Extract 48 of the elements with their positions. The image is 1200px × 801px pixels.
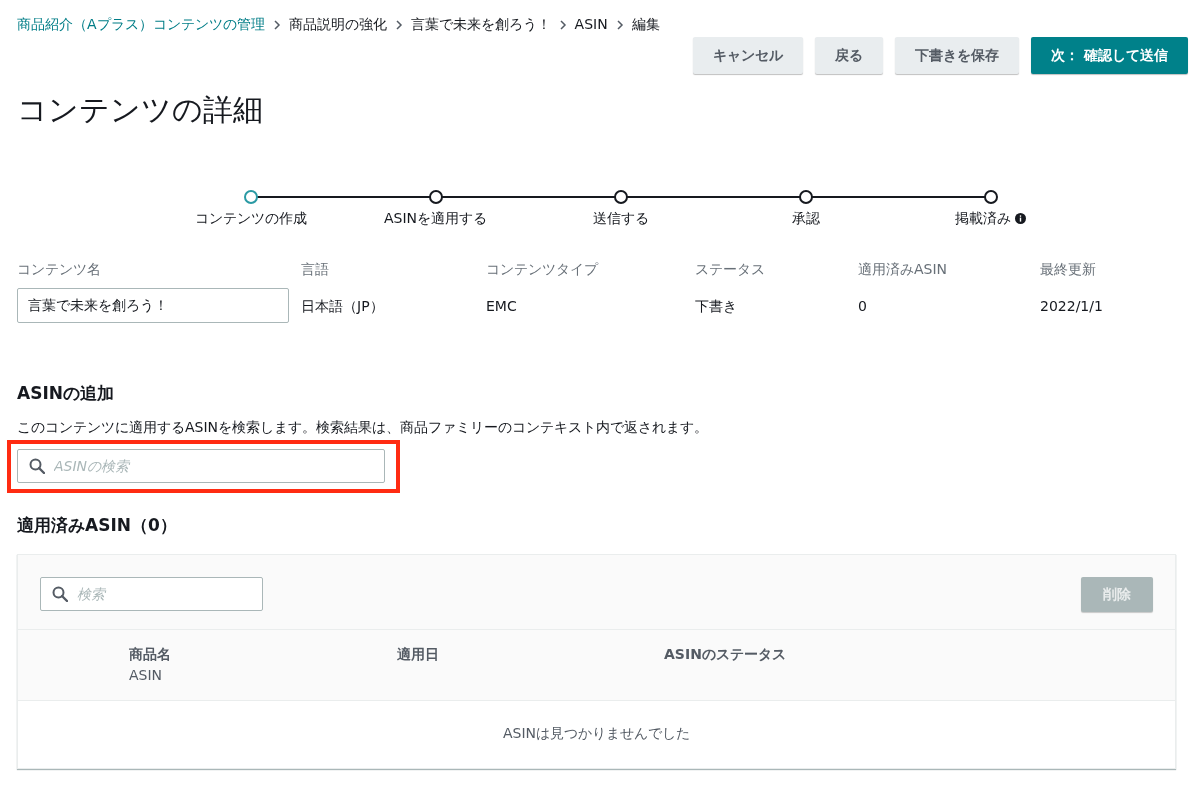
search-field[interactable]: ASINの検索 [17,449,385,484]
field-label: コンテンツタイプ [486,260,600,279]
step-marker[interactable] [243,190,258,204]
column-header: ASINのステータス [664,644,787,664]
field-label: 最終更新 [1040,260,1097,279]
field-value: 下書き [695,297,738,316]
search-field[interactable]: 検索 [40,577,263,612]
chevron-icon [615,19,624,30]
step-label: 掲載済み [955,209,1011,228]
column-header: 適用日 [397,644,440,664]
action-button[interactable]: 戻る [815,37,884,74]
field-value: EMC [486,297,518,316]
field-value: 日本語（JP） [301,297,385,316]
breadcrumb-item: 言葉で未来を創ろう！ [410,15,551,34]
text-field[interactable]: 言葉で未来を創ろう！ [17,288,289,323]
step-marker[interactable] [983,190,998,204]
column-header: 商品名 [129,644,172,664]
field-label: 適用済みASIN [858,260,949,279]
breadcrumb-item: ASIN [574,15,608,34]
search-icon [29,458,45,475]
action-button[interactable]: 下書きを保存 [895,37,1020,74]
step-label: 送信する [592,209,649,228]
section-heading: ASINの追加 [17,383,115,404]
breadcrumb-item: 編集 [631,15,660,34]
submit-button[interactable]: 次： 確認して送信 [1031,37,1188,74]
field-label: コンテンツ名 [17,260,102,279]
empty-message: ASINは見つかりませんでした [501,723,692,743]
column-subheader: ASIN [129,665,164,685]
step-label: ASINを適用する [383,209,488,228]
field-label: 言語 [301,260,330,279]
action-button[interactable]: キャンセル [693,37,804,74]
step-label: 承認 [791,209,820,228]
field-label: ステータス [695,260,766,279]
step-marker[interactable] [428,190,443,204]
chevron-icon [394,19,403,30]
search-icon [52,586,68,603]
field-value: 0 [858,297,868,316]
section-heading: 適用済みASIN（0） [17,515,178,536]
breadcrumb-link[interactable]: 商品紹介（Aプラス）コンテンツの管理 [17,14,265,35]
breadcrumb-item: 商品説明の強化 [288,15,387,34]
page-title: コンテンツの詳細 [17,92,264,128]
chevron-icon [558,19,567,30]
step-marker[interactable] [798,190,813,204]
step-marker[interactable] [613,190,628,204]
section-description: このコンテンツに適用するASINを検索します。検索結果は、商品ファミリーのコンテキスト内で返されます。 [17,418,710,438]
chevron-icon [272,19,281,30]
step-label: コンテンツの作成 [194,209,307,228]
field-value: 2022/1/1 [1040,297,1104,316]
